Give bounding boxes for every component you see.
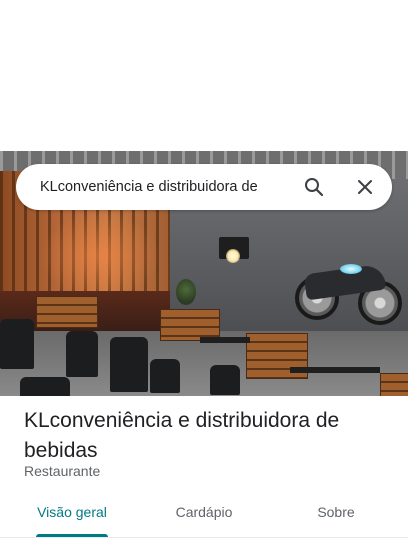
photo-chair <box>0 319 34 369</box>
photo-chair <box>66 331 98 377</box>
photo-table <box>290 367 380 373</box>
search-input[interactable]: KLconveniência e distribuidora de <box>40 164 296 210</box>
place-category[interactable]: Restaurante <box>24 463 100 479</box>
blank-map-area <box>0 0 408 151</box>
photo-pallet-table <box>380 373 408 396</box>
search-icon[interactable] <box>302 175 326 199</box>
photo-lamp-light <box>226 249 240 263</box>
photo-chair <box>20 377 70 396</box>
photo-warm-light <box>40 211 160 301</box>
photo-plant <box>176 279 196 305</box>
photo-chair <box>210 365 240 395</box>
photo-pallet-table <box>36 296 98 328</box>
close-icon[interactable] <box>353 175 377 199</box>
photo-chair <box>110 337 148 392</box>
photo-moto-headlight <box>340 264 362 274</box>
photo-chair <box>150 359 180 393</box>
tab-menu[interactable]: Cardápio <box>154 490 254 538</box>
search-bar[interactable]: KLconveniência e distribuidora de <box>16 164 392 210</box>
tabs-divider <box>0 537 408 538</box>
place-tabs: Visão geral Cardápio Sobre <box>0 490 408 538</box>
place-title: KLconveniência e distribuidora de bebida… <box>24 409 340 462</box>
tab-overview[interactable]: Visão geral <box>22 490 122 538</box>
tab-about[interactable]: Sobre <box>286 490 386 538</box>
photo-table <box>200 337 250 343</box>
